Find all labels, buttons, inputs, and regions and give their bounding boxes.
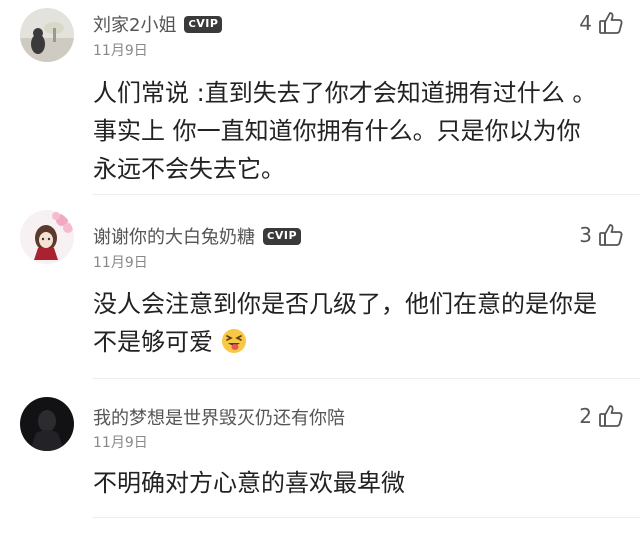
username[interactable]: 刘家2小姐 CVIP xyxy=(93,11,223,37)
comment-line: 永远不会失去它。 xyxy=(93,155,285,183)
comment-line: 没人会注意到你是否几级了，他们在意的是你是 xyxy=(93,290,597,318)
comment-date: 11月9日 xyxy=(93,255,148,271)
username[interactable]: 我的梦想是世界毁灭仍还有你陪 xyxy=(93,404,345,430)
vip-badge-icon: CVIP xyxy=(184,15,223,33)
avatar[interactable] xyxy=(20,397,74,451)
divider xyxy=(93,194,640,195)
comment-date: 11月9日 xyxy=(93,435,148,451)
avatar[interactable] xyxy=(20,210,74,264)
comment-line: 不是够可爱 xyxy=(93,328,213,356)
thumbs-up-icon[interactable] xyxy=(598,403,624,429)
username-text[interactable]: 谢谢你的大白兔奶糖 xyxy=(93,223,255,249)
squinting-tongue-emoji-icon xyxy=(221,327,247,365)
comment-date: 11月9日 xyxy=(93,43,148,59)
vip-badge-icon: CVIP xyxy=(263,227,302,245)
vip-label: VIP xyxy=(196,16,219,30)
comment-line: 人们常说 :直到失去了你才会知道拥有过什么 。 xyxy=(93,79,597,107)
thumbs-up-icon[interactable] xyxy=(598,10,624,36)
like-count: 2 xyxy=(579,404,592,428)
comment-body: 没人会注意到你是否几级了，他们在意的是你是 不是够可爱 xyxy=(93,285,620,365)
like-count: 3 xyxy=(579,223,592,247)
comment-line: 不明确对方心意的喜欢最卑微 xyxy=(93,469,405,497)
like-button[interactable]: 4 xyxy=(579,10,624,36)
username[interactable]: 谢谢你的大白兔奶糖 CVIP xyxy=(93,223,302,249)
vip-label: VIP xyxy=(274,228,298,242)
divider xyxy=(93,517,640,518)
comment-line: 事实上 你一直知道你拥有什么。只是你以为你 xyxy=(93,117,581,145)
comment-body: 不明确对方心意的喜欢最卑微 xyxy=(93,464,620,502)
thumbs-up-icon[interactable] xyxy=(598,222,624,248)
comment-line-with-emoji: 不是够可爱 xyxy=(93,323,620,365)
username-text[interactable]: 刘家2小姐 xyxy=(93,11,176,37)
comment-body: 人们常说 :直到失去了你才会知道拥有过什么 。 事实上 你一直知道你拥有什么。只… xyxy=(93,74,620,188)
username-text[interactable]: 我的梦想是世界毁灭仍还有你陪 xyxy=(93,404,345,430)
like-button[interactable]: 2 xyxy=(579,403,624,429)
like-count: 4 xyxy=(579,11,592,35)
divider xyxy=(93,378,640,379)
avatar[interactable] xyxy=(20,8,74,62)
like-button[interactable]: 3 xyxy=(579,222,624,248)
